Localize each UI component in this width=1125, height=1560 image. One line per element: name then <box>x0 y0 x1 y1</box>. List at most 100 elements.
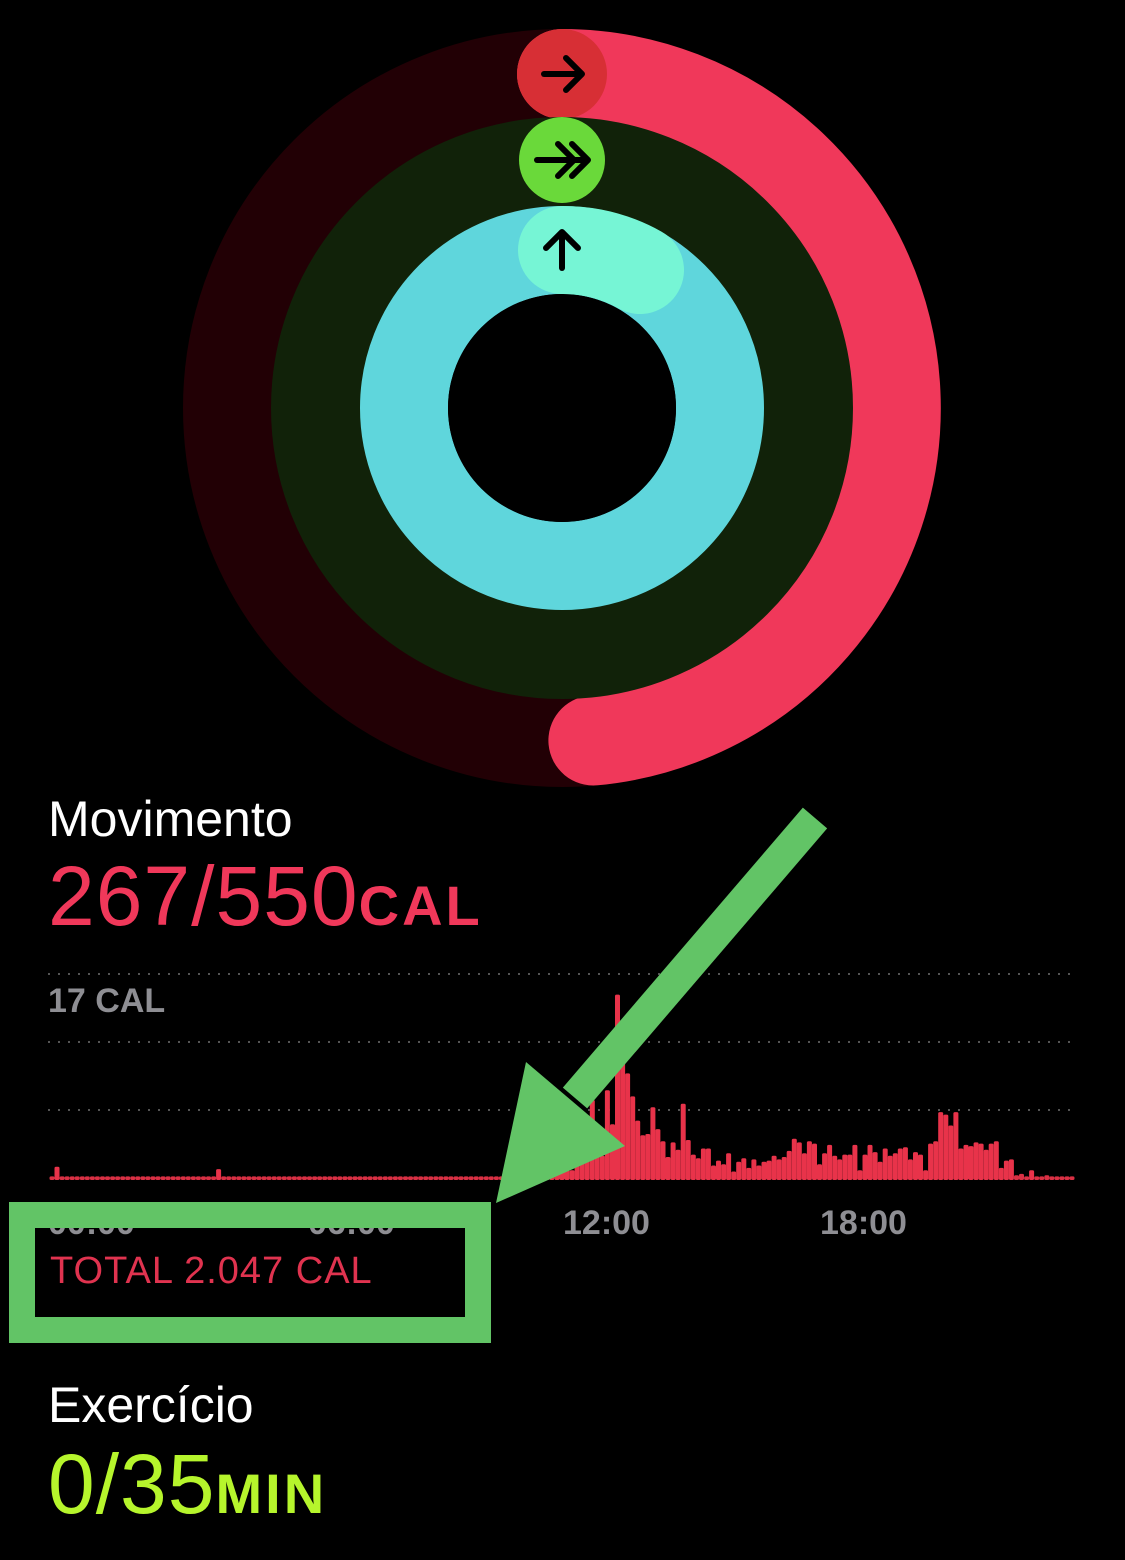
chart-bar <box>1003 1160 1009 1180</box>
chart-bar <box>110 1176 116 1180</box>
chart-bar <box>246 1176 252 1180</box>
chart-bar <box>988 1143 994 1180</box>
chart-bar <box>579 1141 585 1180</box>
stand-ring-inner <box>448 294 676 522</box>
chart-bar <box>852 1144 858 1180</box>
chart-bar <box>140 1176 146 1180</box>
chart-bar <box>731 1171 737 1180</box>
activity-rings <box>183 29 941 787</box>
chart-bar <box>160 1176 166 1180</box>
chart-bar <box>806 1141 812 1180</box>
chart-bars <box>49 994 1075 1180</box>
chart-bar <box>882 1148 888 1180</box>
exercise-value-number: 0/35 <box>48 1437 216 1531</box>
chart-bar <box>1014 1175 1019 1180</box>
chart-bar <box>746 1167 752 1180</box>
chart-bar <box>539 1150 545 1180</box>
chart-bar <box>433 1176 439 1180</box>
chart-bar <box>79 1176 85 1180</box>
chart-bar <box>347 1176 353 1180</box>
chart-bar <box>655 1129 661 1180</box>
chart-bar <box>498 1176 504 1180</box>
chart-bar <box>913 1152 918 1180</box>
chart-bar <box>726 1153 732 1180</box>
chart-bar <box>620 1020 626 1180</box>
chart-bar <box>549 1160 555 1180</box>
chart-bar <box>670 1142 676 1180</box>
move-hourly-chart: 17 CAL 00:00 06:00 12:00 18:00 <box>48 973 1075 1242</box>
chart-bar <box>74 1176 80 1180</box>
chart-bar <box>630 1096 636 1180</box>
chart-bar <box>211 1176 217 1180</box>
chart-bar <box>711 1165 716 1180</box>
chart-bar <box>322 1176 328 1180</box>
chart-bar <box>185 1176 191 1180</box>
chart-bar <box>832 1155 838 1180</box>
chart-bar <box>150 1176 156 1180</box>
chart-bar <box>948 1125 954 1180</box>
chart-bar <box>680 1103 686 1180</box>
chart-bar <box>645 1134 651 1180</box>
chart-bar <box>524 1136 530 1180</box>
chart-gridlines <box>48 973 1075 1111</box>
chart-bar <box>615 994 620 1180</box>
chart-bar <box>195 1176 201 1180</box>
chart-bar <box>201 1176 206 1180</box>
chart-bar <box>812 1143 817 1180</box>
chart-bar <box>766 1160 772 1180</box>
chart-bar <box>463 1176 469 1180</box>
chart-bar <box>281 1176 287 1180</box>
chart-bar <box>115 1176 121 1180</box>
chart-bar <box>594 1137 600 1180</box>
chart-bar <box>801 1153 807 1180</box>
chart-bar <box>408 1176 413 1180</box>
chart-bar <box>514 1143 520 1180</box>
chart-bar <box>165 1176 171 1180</box>
chart-bar <box>438 1176 444 1180</box>
chart-bar <box>534 1165 540 1180</box>
chart-bar <box>690 1154 696 1180</box>
chart-bar <box>897 1148 903 1180</box>
chart-bar <box>226 1176 232 1180</box>
chart-bar <box>1069 1176 1075 1180</box>
chart-bar <box>973 1142 979 1180</box>
chart-bar <box>781 1157 787 1180</box>
chart-bar <box>736 1161 742 1180</box>
chart-bar <box>89 1176 95 1180</box>
chart-bar <box>332 1176 338 1180</box>
chart-bar <box>276 1176 282 1180</box>
chart-bar <box>953 1112 959 1180</box>
chart-bar <box>261 1176 267 1180</box>
chart-bar <box>1034 1176 1040 1180</box>
chart-bar <box>100 1176 105 1180</box>
chart-bar <box>589 1100 595 1180</box>
chart-bar <box>392 1176 398 1180</box>
chart-bar <box>892 1153 898 1180</box>
chart-bar <box>69 1176 75 1180</box>
chart-bar <box>610 1124 615 1180</box>
move-value-number: 267/550 <box>48 849 359 943</box>
chart-bar <box>175 1176 181 1180</box>
chart-bar <box>473 1176 479 1180</box>
chart-bar <box>877 1161 883 1180</box>
chart-bar <box>695 1158 701 1180</box>
chart-max-label: 17 CAL <box>48 982 165 1020</box>
chart-bar <box>397 1176 403 1180</box>
chart-bar <box>170 1176 176 1180</box>
chart-bar <box>544 1138 550 1180</box>
chart-bar <box>791 1138 797 1180</box>
chart-bar <box>1039 1176 1045 1180</box>
move-value: 267/550CAL <box>48 848 483 945</box>
chart-bar <box>660 1141 666 1180</box>
chart-bar <box>256 1176 262 1180</box>
chart-bar <box>665 1157 671 1180</box>
exercise-value: 0/35MIN <box>48 1436 327 1533</box>
chart-bar <box>180 1176 186 1180</box>
chart-bar <box>867 1144 873 1180</box>
chart-bar <box>918 1154 923 1180</box>
chart-bar <box>776 1159 782 1180</box>
chart-bar <box>958 1148 964 1180</box>
chart-bar <box>887 1155 893 1180</box>
chart-bar <box>413 1176 419 1180</box>
chart-bar <box>352 1176 358 1180</box>
